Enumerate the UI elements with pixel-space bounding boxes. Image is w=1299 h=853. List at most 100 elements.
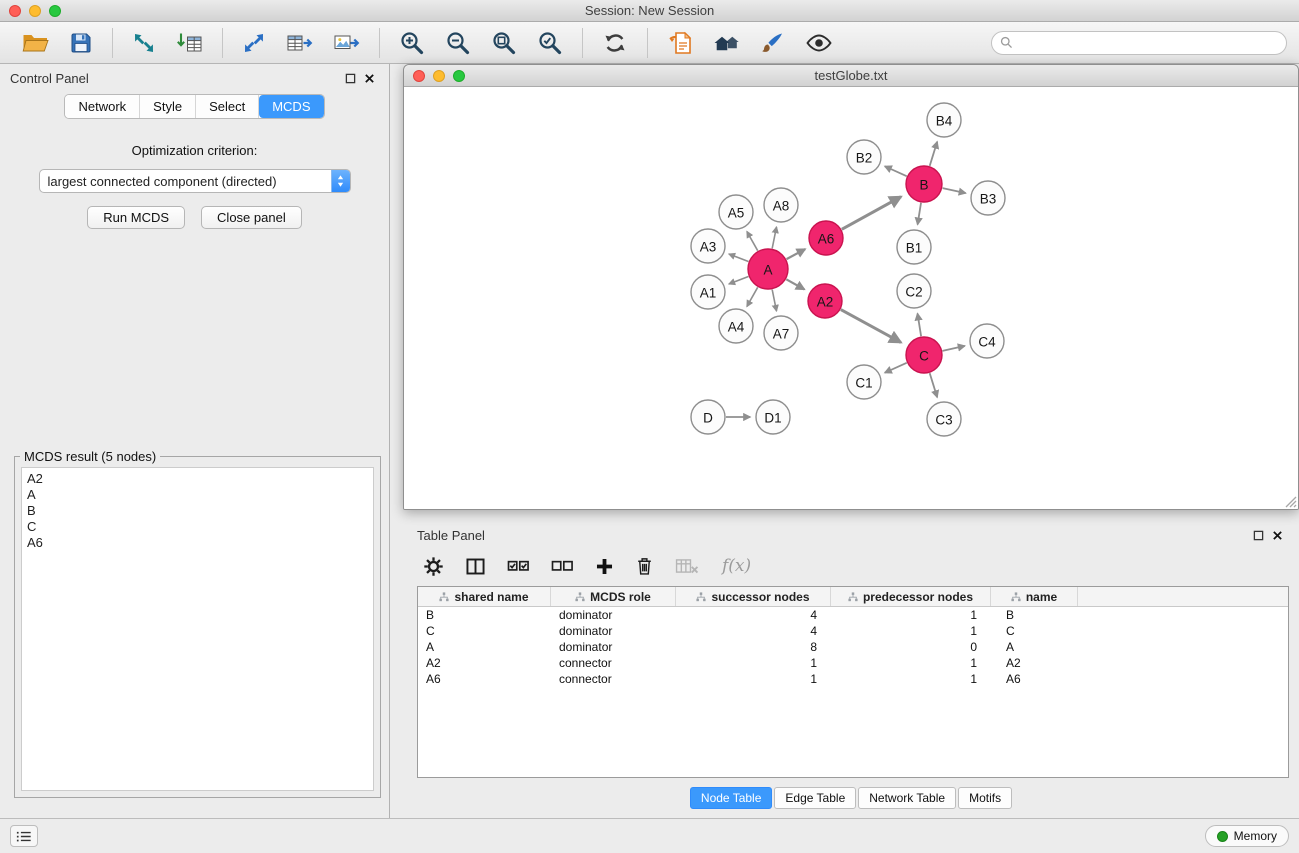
search-input[interactable] <box>1018 35 1278 50</box>
edge-A-A8[interactable] <box>772 227 776 249</box>
mcds-result-item[interactable]: B <box>27 503 368 519</box>
node-B2[interactable]: B2 <box>847 140 881 174</box>
float-panel-button[interactable] <box>341 71 360 86</box>
zoom-selected-button[interactable] <box>531 27 569 59</box>
node-C2[interactable]: C2 <box>897 274 931 308</box>
column-header-successor-nodes[interactable]: successor nodes <box>676 587 831 606</box>
node-A8[interactable]: A8 <box>764 188 798 222</box>
edge-B-B1[interactable] <box>918 203 921 225</box>
node-B4[interactable]: B4 <box>927 103 961 137</box>
zoom-out-button[interactable] <box>439 27 477 59</box>
tab-network[interactable]: Network <box>65 95 140 118</box>
node-D[interactable]: D <box>691 400 725 434</box>
edge-A-A3[interactable] <box>729 254 749 262</box>
column-header-mcds-role[interactable]: MCDS role <box>551 587 676 606</box>
folder-open-button[interactable] <box>16 28 55 58</box>
mcds-result-item[interactable]: C <box>27 519 368 535</box>
save-button[interactable] <box>63 28 99 58</box>
edge-A-A6[interactable] <box>787 249 806 259</box>
mcds-result-item[interactable]: A2 <box>27 471 368 487</box>
criterion-dropdown[interactable]: largest connected component (directed) <box>39 169 351 193</box>
home-button[interactable] <box>707 28 747 58</box>
fx-function-button[interactable]: f(x) <box>722 556 751 576</box>
add-row-button[interactable] <box>593 555 616 578</box>
table-row[interactable]: A2connector11A2 <box>418 655 1288 671</box>
node-B1[interactable]: B1 <box>897 230 931 264</box>
node-A1[interactable]: A1 <box>691 275 725 309</box>
tab-mcds[interactable]: MCDS <box>259 95 323 118</box>
close-table-panel-button[interactable] <box>1268 528 1287 543</box>
import-network-button[interactable] <box>126 28 162 58</box>
refresh-button[interactable] <box>596 27 634 59</box>
settings-button[interactable] <box>421 554 446 579</box>
tab-select[interactable]: Select <box>196 95 259 118</box>
memory-button[interactable]: Memory <box>1205 825 1289 847</box>
node-C[interactable]: C <box>906 337 942 373</box>
edge-A2-C[interactable] <box>841 310 901 343</box>
table-row[interactable]: Bdominator41B <box>418 607 1288 623</box>
close-panel-button-mcds[interactable]: Close panel <box>201 206 302 229</box>
column-header-name[interactable]: name <box>991 587 1078 606</box>
edge-A6-B[interactable] <box>842 197 901 230</box>
node-A2[interactable]: A2 <box>808 284 842 318</box>
run-mcds-button[interactable]: Run MCDS <box>87 206 185 229</box>
node-A6[interactable]: A6 <box>809 221 843 255</box>
resize-grip-icon[interactable] <box>1284 495 1297 508</box>
tab-network-table[interactable]: Network Table <box>858 787 956 809</box>
edge-C-C4[interactable] <box>943 346 965 351</box>
node-C1[interactable]: C1 <box>847 365 881 399</box>
node-A7[interactable]: A7 <box>764 316 798 350</box>
zoom-in-button[interactable] <box>393 27 431 59</box>
mcds-result-item[interactable]: A <box>27 487 368 503</box>
tab-motifs[interactable]: Motifs <box>958 787 1012 809</box>
edge-C-C1[interactable] <box>885 363 907 373</box>
node-C3[interactable]: C3 <box>927 402 961 436</box>
edge-B-B2[interactable] <box>885 166 907 176</box>
import-table-button[interactable] <box>170 28 209 58</box>
close-panel-button[interactable] <box>360 71 379 86</box>
mcds-result-list[interactable]: A2ABCA6 <box>21 467 374 791</box>
paint-button[interactable] <box>755 28 791 58</box>
column-header-shared-name[interactable]: shared name <box>418 587 551 606</box>
export-table-button[interactable] <box>280 28 319 58</box>
delete-table-button[interactable] <box>673 554 701 578</box>
tab-style[interactable]: Style <box>140 95 196 118</box>
select-all-button[interactable] <box>505 554 532 578</box>
edge-C-C2[interactable] <box>918 314 922 337</box>
node-A[interactable]: A <box>748 249 788 289</box>
node-D1[interactable]: D1 <box>756 400 790 434</box>
node-A4[interactable]: A4 <box>719 309 753 343</box>
search-box[interactable] <box>991 31 1287 55</box>
export-network-button[interactable] <box>236 28 272 58</box>
edge-A-A1[interactable] <box>729 277 749 285</box>
edge-B-B3[interactable] <box>943 188 966 193</box>
network-view[interactable]: B4 B2 B B3 A5 A8 A6 B1 A3 A C2 A1 A2 A4 A7 C4 C C1 C3 D D1 <box>404 87 1298 509</box>
export-image-button[interactable] <box>327 28 366 58</box>
column-header-predecessor-nodes[interactable]: predecessor nodes <box>831 587 991 606</box>
edge-A-A5[interactable] <box>747 232 758 251</box>
show-panels-button[interactable] <box>10 825 38 847</box>
document-button[interactable] <box>661 28 699 58</box>
table-row[interactable]: Cdominator41C <box>418 623 1288 639</box>
tab-node-table[interactable]: Node Table <box>690 787 773 809</box>
node-A5[interactable]: A5 <box>719 195 753 229</box>
network-canvas[interactable]: B4 B2 B B3 A5 A8 A6 B1 A3 A C2 A1 A2 A4 A7 C4 C C1 C3 D D1 <box>404 87 1298 509</box>
zoom-fit-button[interactable] <box>485 27 523 59</box>
mcds-result-item[interactable]: A6 <box>27 535 368 551</box>
node-B3[interactable]: B3 <box>971 181 1005 215</box>
edge-A-A2[interactable] <box>786 279 804 289</box>
edge-B-B4[interactable] <box>930 142 938 166</box>
edge-A-A7[interactable] <box>772 290 776 312</box>
float-table-panel-button[interactable] <box>1249 528 1268 543</box>
node-A3[interactable]: A3 <box>691 229 725 263</box>
columns-button[interactable] <box>463 554 488 579</box>
clear-selection-button[interactable] <box>549 554 576 578</box>
node-C4[interactable]: C4 <box>970 324 1004 358</box>
eye-button[interactable] <box>799 28 839 58</box>
node-B[interactable]: B <box>906 166 942 202</box>
delete-row-button[interactable] <box>633 554 656 578</box>
tab-edge-table[interactable]: Edge Table <box>774 787 856 809</box>
edge-A-A4[interactable] <box>747 287 758 306</box>
table-row[interactable]: A6connector11A6 <box>418 671 1288 687</box>
edge-C-C3[interactable] <box>930 373 938 397</box>
